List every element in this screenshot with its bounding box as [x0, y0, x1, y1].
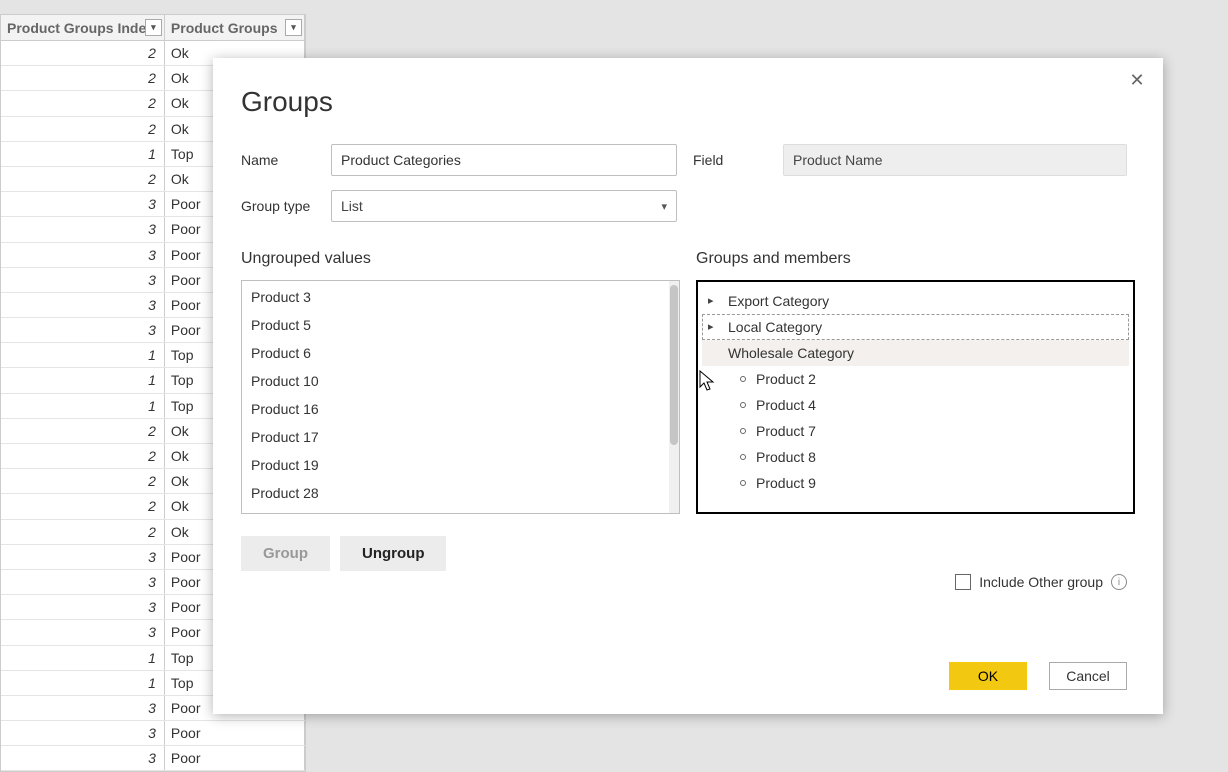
chevron-down-icon: ▾	[661, 200, 667, 213]
member-row[interactable]: Product 8	[702, 444, 1129, 470]
list-item[interactable]: Product 5	[242, 311, 679, 339]
cell-index: 3	[1, 293, 165, 317]
list-item[interactable]: Product 19	[242, 451, 679, 479]
cell-group: Poor	[165, 746, 305, 770]
cell-index: 2	[1, 41, 165, 65]
chevron-down-icon[interactable]: ▾	[285, 19, 302, 36]
cell-index: 3	[1, 620, 165, 644]
col-header-index[interactable]: Product Groups Index ▾	[1, 15, 165, 40]
include-other-label: Include Other group	[979, 574, 1103, 590]
cell-index: 2	[1, 444, 165, 468]
table-header-row: Product Groups Index ▾ Product Groups ▾	[1, 15, 305, 41]
cell-index: 3	[1, 570, 165, 594]
cell-index: 3	[1, 318, 165, 342]
cell-index: 1	[1, 646, 165, 670]
member-row[interactable]: Product 4	[702, 392, 1129, 418]
group-row[interactable]: Wholesale Category	[702, 340, 1129, 366]
scrollbar[interactable]	[669, 281, 679, 513]
list-item[interactable]: Product 16	[242, 395, 679, 423]
cell-index: 2	[1, 167, 165, 191]
list-item[interactable]: Product 6	[242, 339, 679, 367]
group-label: Wholesale Category	[728, 342, 854, 364]
ungrouped-title: Ungrouped values	[241, 250, 680, 268]
cell-index: 2	[1, 419, 165, 443]
include-other-checkbox[interactable]	[955, 574, 971, 590]
cell-index: 3	[1, 268, 165, 292]
list-item[interactable]: Product 10	[242, 367, 679, 395]
info-icon[interactable]: i	[1111, 574, 1127, 590]
cell-index: 3	[1, 746, 165, 770]
col-header-label: Product Groups	[171, 20, 278, 36]
field-label: Field	[693, 152, 783, 168]
col-header-label: Product Groups Index	[7, 20, 154, 36]
group-row[interactable]: ▸ Export Category	[702, 288, 1129, 314]
group-type-value: List	[341, 198, 363, 214]
cell-index: 2	[1, 494, 165, 518]
cell-index: 2	[1, 117, 165, 141]
cell-index: 1	[1, 394, 165, 418]
field-readonly: Product Name	[783, 144, 1127, 176]
group-type-select[interactable]: List ▾	[331, 190, 677, 222]
bullet-icon	[740, 454, 746, 460]
name-label: Name	[241, 152, 331, 168]
ungrouped-listbox[interactable]: Product 3Product 5Product 6Product 10Pro…	[241, 280, 680, 514]
bullet-icon	[740, 376, 746, 382]
member-label: Product 7	[756, 420, 816, 442]
groups-tree[interactable]: ▸ Export Category ▸ Local Category Wholesale…	[696, 280, 1135, 514]
list-item[interactable]: Product 3	[242, 283, 679, 311]
cell-index: 1	[1, 343, 165, 367]
cancel-button[interactable]: Cancel	[1049, 662, 1127, 690]
list-item[interactable]: Product 29	[242, 507, 679, 513]
group-type-label: Group type	[241, 198, 331, 214]
member-row[interactable]: Product 9	[702, 470, 1129, 496]
list-item[interactable]: Product 28	[242, 479, 679, 507]
member-label: Product 4	[756, 394, 816, 416]
field-value: Product Name	[793, 152, 882, 168]
member-row[interactable]: Product 2	[702, 366, 1129, 392]
group-button[interactable]: Group	[241, 536, 330, 571]
list-item[interactable]: Product 17	[242, 423, 679, 451]
cell-index: 3	[1, 243, 165, 267]
col-header-groups[interactable]: Product Groups ▾	[165, 15, 305, 40]
groups-dialog: ✕ Groups Name Field Product Name Group t…	[213, 58, 1163, 714]
name-input[interactable]	[331, 144, 677, 176]
member-label: Product 2	[756, 368, 816, 390]
cell-index: 3	[1, 192, 165, 216]
group-label: Local Category	[728, 316, 822, 338]
bullet-icon	[740, 402, 746, 408]
cell-group: Poor	[165, 721, 305, 745]
group-label: Export Category	[728, 290, 829, 312]
groups-title: Groups and members	[696, 250, 1135, 268]
cell-index: 3	[1, 721, 165, 745]
cell-index: 3	[1, 217, 165, 241]
caret-right-icon[interactable]: ▸	[708, 290, 718, 312]
cell-index: 2	[1, 91, 165, 115]
cell-index: 1	[1, 368, 165, 392]
close-icon[interactable]: ✕	[1125, 68, 1149, 92]
member-label: Product 8	[756, 446, 816, 468]
cell-index: 1	[1, 142, 165, 166]
cell-index: 1	[1, 671, 165, 695]
cell-index: 3	[1, 595, 165, 619]
cell-index: 3	[1, 696, 165, 720]
chevron-down-icon[interactable]: ▾	[145, 19, 162, 36]
cell-index: 3	[1, 545, 165, 569]
caret-right-icon[interactable]: ▸	[708, 316, 718, 338]
include-other-row[interactable]: Include Other group i	[955, 574, 1127, 590]
cell-index: 2	[1, 520, 165, 544]
bullet-icon	[740, 428, 746, 434]
bullet-icon	[740, 480, 746, 486]
dialog-title: Groups	[241, 86, 1135, 118]
member-row[interactable]: Product 7	[702, 418, 1129, 444]
group-row[interactable]: ▸ Local Category	[702, 314, 1129, 340]
cell-index: 2	[1, 66, 165, 90]
scroll-thumb[interactable]	[670, 285, 678, 445]
ungroup-button[interactable]: Ungroup	[340, 536, 446, 571]
table-row: 3Poor	[1, 721, 305, 746]
member-label: Product 9	[756, 472, 816, 494]
cell-index: 2	[1, 469, 165, 493]
ok-button[interactable]: OK	[949, 662, 1027, 690]
